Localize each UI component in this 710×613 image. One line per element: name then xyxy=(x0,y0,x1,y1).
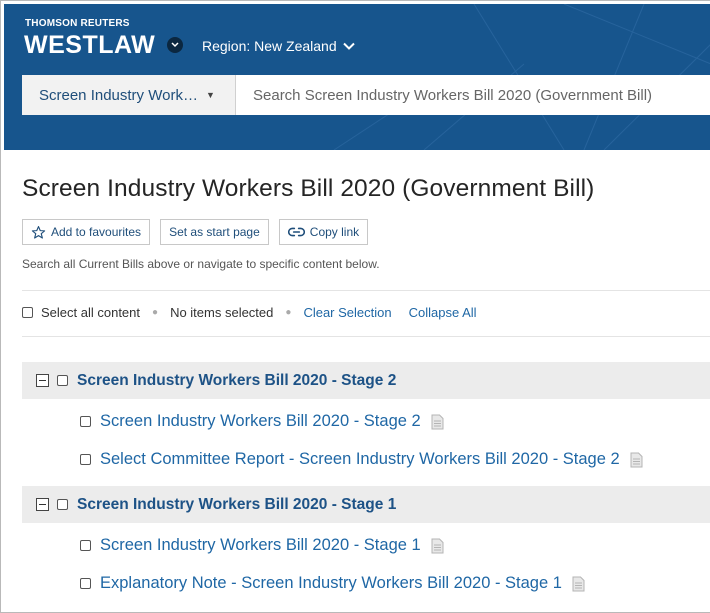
select-all-checkbox[interactable] xyxy=(22,307,33,318)
document-icon xyxy=(630,452,643,467)
selection-status: No items selected xyxy=(170,305,274,320)
add-to-favourites-button[interactable]: Add to favourites xyxy=(22,219,151,245)
search-scope-dropdown[interactable]: Screen Industry Work… ▼ xyxy=(22,75,236,115)
select-all-label[interactable]: Select all content xyxy=(41,305,140,320)
link-icon xyxy=(287,227,305,237)
item-link[interactable]: Screen Industry Workers Bill 2020 - Stag… xyxy=(100,536,421,555)
divider xyxy=(22,290,710,291)
chevron-down-icon xyxy=(342,42,355,50)
search-input[interactable] xyxy=(236,75,710,115)
group-checkbox[interactable] xyxy=(57,375,68,386)
item-link[interactable]: Screen Industry Workers Bill 2020 - Stag… xyxy=(100,412,421,431)
set-as-start-page-label: Set as start page xyxy=(169,225,260,239)
copy-link-button[interactable]: Copy link xyxy=(278,219,369,245)
region-selector[interactable]: Region: New Zealand xyxy=(202,38,355,54)
page-actions: Add to favourites Set as start page Copy… xyxy=(22,219,369,245)
separator-dot: ● xyxy=(152,307,159,318)
list-item: Explanatory Note - Screen Industry Worke… xyxy=(80,574,585,593)
item-checkbox[interactable] xyxy=(80,454,91,465)
search-scope-label: Screen Industry Work… xyxy=(39,86,198,104)
caret-down-icon: ▼ xyxy=(205,90,215,100)
document-icon xyxy=(431,538,444,553)
list-item: Screen Industry Workers Bill 2020 - Stag… xyxy=(80,412,444,431)
copy-link-label: Copy link xyxy=(309,225,360,239)
item-checkbox[interactable] xyxy=(80,416,91,427)
item-link[interactable]: Select Committee Report - Screen Industr… xyxy=(100,450,620,469)
document-icon xyxy=(572,576,585,591)
product-menu-toggle[interactable] xyxy=(167,37,183,53)
page-title: Screen Industry Workers Bill 2020 (Gover… xyxy=(22,175,595,202)
clear-selection-link[interactable]: Clear Selection xyxy=(303,305,391,320)
list-item: Select Committee Report - Screen Industr… xyxy=(80,450,643,469)
separator-dot: ● xyxy=(285,307,292,318)
region-label: Region: New Zealand xyxy=(202,38,337,54)
search-bar: Screen Industry Work… ▼ xyxy=(22,75,710,115)
item-checkbox[interactable] xyxy=(80,578,91,589)
helper-text: Search all Current Bills above or naviga… xyxy=(22,257,380,271)
collapse-all-link[interactable]: Collapse All xyxy=(409,305,477,320)
brand-small-text: THOMSON REUTERS xyxy=(25,18,130,29)
add-to-favourites-label: Add to favourites xyxy=(51,225,142,239)
page-frame: THOMSON REUTERS WESTLAW Region: New Zeal… xyxy=(0,0,710,613)
divider xyxy=(22,336,710,337)
item-link[interactable]: Explanatory Note - Screen Industry Worke… xyxy=(100,574,562,593)
group-header-stage-2: Screen Industry Workers Bill 2020 - Stag… xyxy=(22,362,710,399)
group-title[interactable]: Screen Industry Workers Bill 2020 - Stag… xyxy=(77,496,396,514)
site-header: THOMSON REUTERS WESTLAW Region: New Zeal… xyxy=(4,4,710,150)
document-icon xyxy=(431,414,444,429)
selection-toolbar: Select all content ● No items selected ●… xyxy=(22,305,477,320)
group-title[interactable]: Screen Industry Workers Bill 2020 - Stag… xyxy=(77,372,396,390)
collapse-group-toggle[interactable] xyxy=(36,498,49,511)
list-item: Screen Industry Workers Bill 2020 - Stag… xyxy=(80,536,444,555)
brand-logo[interactable]: WESTLAW xyxy=(24,31,155,60)
set-as-start-page-button[interactable]: Set as start page xyxy=(160,219,269,245)
star-icon xyxy=(31,225,46,239)
chevron-down-icon xyxy=(171,42,179,48)
group-header-stage-1: Screen Industry Workers Bill 2020 - Stag… xyxy=(22,486,710,523)
item-checkbox[interactable] xyxy=(80,540,91,551)
collapse-group-toggle[interactable] xyxy=(36,374,49,387)
group-checkbox[interactable] xyxy=(57,499,68,510)
